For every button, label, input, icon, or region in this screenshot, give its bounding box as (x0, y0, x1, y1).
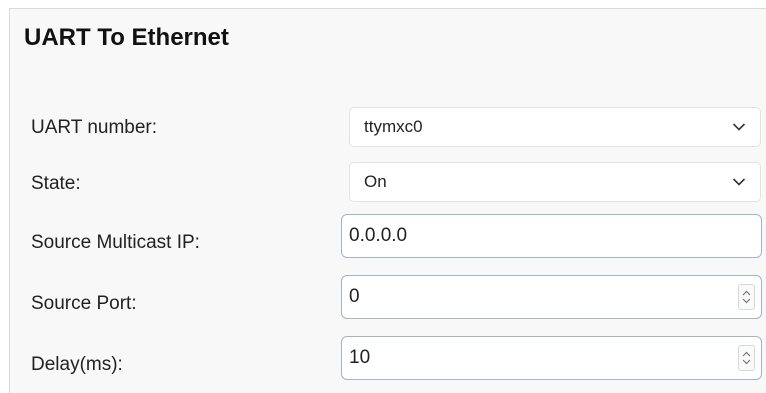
spinner-arrows-icon (742, 351, 751, 365)
uart-number-label: UART number: (31, 117, 158, 138)
source-port-value: 0 (349, 286, 360, 307)
spinner-arrows-icon (742, 290, 751, 304)
source-port-label: Source Port: (31, 293, 137, 314)
uart-to-ethernet-panel: UART To Ethernet UART number: ttymxc0 St… (9, 8, 766, 393)
source-multicast-ip-input[interactable]: 0.0.0.0 (341, 214, 762, 258)
source-port-input[interactable]: 0 (341, 275, 762, 319)
spinner-icon[interactable] (738, 284, 755, 310)
delay-value: 10 (349, 347, 371, 368)
state-select[interactable]: On (349, 162, 761, 202)
state-label: State: (31, 173, 81, 194)
spinner-icon[interactable] (738, 345, 755, 371)
uart-number-value: ttymxc0 (364, 117, 423, 136)
state-value: On (364, 172, 387, 191)
uart-number-select[interactable]: ttymxc0 (349, 107, 761, 147)
chevron-down-icon (732, 123, 746, 131)
panel-title: UART To Ethernet (24, 24, 229, 51)
delay-label: Delay(ms): (31, 354, 123, 375)
source-multicast-ip-value: 0.0.0.0 (349, 225, 408, 246)
chevron-down-icon (732, 178, 746, 186)
delay-input[interactable]: 10 (341, 336, 762, 380)
source-multicast-ip-label: Source Multicast IP: (31, 232, 200, 253)
